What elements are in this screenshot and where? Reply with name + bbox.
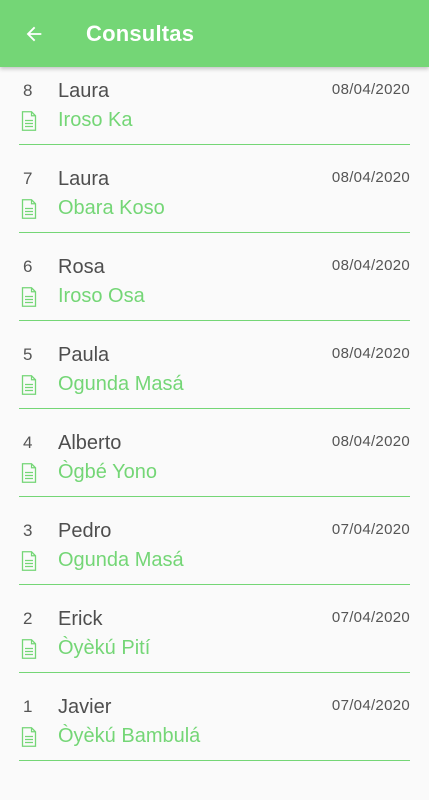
consultation-date: 08/04/2020 <box>331 433 410 450</box>
consultation-date: 08/04/2020 <box>331 169 410 186</box>
client-name: Laura <box>58 168 110 190</box>
client-name: Alberto <box>58 432 122 454</box>
consultation-row[interactable]: 2 Erick 07/04/2020 Òyèkú Pití <box>0 595 429 683</box>
consultation-number: 6 <box>23 257 33 276</box>
divider <box>19 144 410 145</box>
consultation-row[interactable]: 7 Laura 08/04/2020 Obara Koso <box>0 155 429 243</box>
consultation-date: 08/04/2020 <box>331 257 410 274</box>
consultation-row[interactable]: 8 Laura 08/04/2020 Iroso Ka <box>0 67 429 155</box>
document-icon <box>21 639 37 659</box>
consultation-date: 07/04/2020 <box>331 609 410 626</box>
consultation-subject: Ògbé Yono <box>58 461 157 483</box>
consultation-date: 08/04/2020 <box>331 81 410 98</box>
divider <box>19 584 410 585</box>
consultation-subject: Ogunda Masá <box>58 373 184 395</box>
consultation-number: 5 <box>23 345 33 364</box>
arrow-left-icon <box>26 26 42 42</box>
document-icon <box>21 727 37 747</box>
consultation-subject: Iroso Ka <box>58 109 133 131</box>
document-icon <box>21 199 37 219</box>
client-name: Pedro <box>58 520 112 542</box>
consultation-number: 4 <box>23 433 33 452</box>
consultation-row[interactable]: 1 Javier 07/04/2020 Òyèkú Bambulá <box>0 683 429 771</box>
document-icon <box>21 375 37 395</box>
document-icon <box>21 287 37 307</box>
consultation-row[interactable]: 4 Alberto 08/04/2020 Ògbé Yono <box>0 419 429 507</box>
consultations-list: 8 Laura 08/04/2020 Iroso Ka 7 Laura 08/0… <box>0 67 429 800</box>
consultation-date: 07/04/2020 <box>331 521 410 538</box>
client-name: Erick <box>58 608 103 630</box>
consultation-subject: Òyèkú Pití <box>58 637 151 659</box>
client-name: Laura <box>58 80 110 102</box>
app-bar: Consultas <box>0 0 429 67</box>
document-icon <box>21 463 37 483</box>
client-name: Paula <box>58 344 110 366</box>
consultation-subject: Obara Koso <box>58 197 165 219</box>
page-title: Consultas <box>86 21 195 46</box>
document-icon <box>21 111 37 131</box>
divider <box>19 320 410 321</box>
consultation-subject: Òyèkú Bambulá <box>58 725 201 747</box>
consultation-number: 2 <box>23 609 33 628</box>
consultation-row[interactable]: 6 Rosa 08/04/2020 Iroso Osa <box>0 243 429 331</box>
consultation-date: 08/04/2020 <box>331 345 410 362</box>
consultation-number: 1 <box>23 697 33 716</box>
consultation-row[interactable]: 3 Pedro 07/04/2020 Ogunda Masá <box>0 507 429 595</box>
consultation-subject: Iroso Osa <box>58 285 145 307</box>
divider <box>19 760 410 761</box>
consultation-subject: Ogunda Masá <box>58 549 184 571</box>
client-name: Rosa <box>58 256 105 278</box>
consultation-row[interactable]: 5 Paula 08/04/2020 Ogunda Masá <box>0 331 429 419</box>
divider <box>19 496 410 497</box>
divider <box>19 672 410 673</box>
client-name: Javier <box>58 696 112 718</box>
document-icon <box>21 551 37 571</box>
consultation-date: 07/04/2020 <box>331 697 410 714</box>
consultation-number: 3 <box>23 521 33 540</box>
divider <box>19 408 410 409</box>
consultation-number: 7 <box>23 169 33 188</box>
divider <box>19 232 410 233</box>
back-button[interactable] <box>14 14 54 54</box>
consultation-number: 8 <box>23 81 33 100</box>
